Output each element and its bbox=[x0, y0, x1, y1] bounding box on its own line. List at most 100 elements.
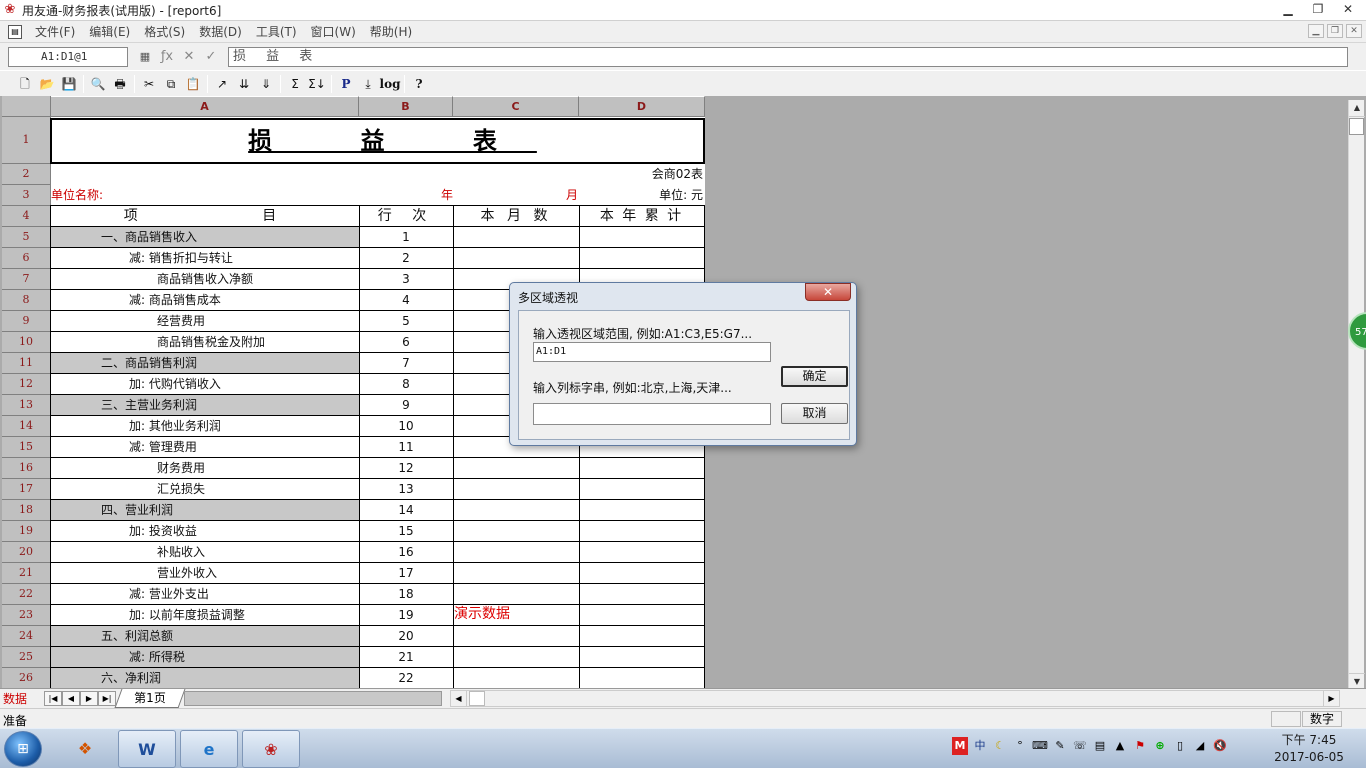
flag-icon[interactable]: ⚑ bbox=[1132, 737, 1148, 755]
item-cell[interactable]: 五、利润总额 bbox=[50, 626, 360, 647]
row-header[interactable]: 9 bbox=[2, 311, 51, 332]
print-preview-icon[interactable]: 🔍 bbox=[87, 74, 109, 94]
row-header[interactable]: 3 bbox=[2, 185, 51, 206]
row-header[interactable]: 21 bbox=[2, 563, 51, 584]
header-this-year[interactable]: 本 年 累 计 bbox=[579, 205, 705, 227]
row-header[interactable]: 24 bbox=[2, 626, 51, 647]
line-number-cell[interactable]: 9 bbox=[359, 395, 454, 416]
line-number-cell[interactable]: 17 bbox=[359, 563, 454, 584]
line-number-cell[interactable]: 6 bbox=[359, 332, 454, 353]
this-year-cell[interactable] bbox=[579, 605, 705, 626]
sort-asc-icon[interactable]: ⇊ bbox=[233, 74, 255, 94]
confirm-edit-icon[interactable]: ✓ bbox=[200, 49, 222, 64]
item-cell[interactable]: 一、商品销售收入 bbox=[50, 227, 360, 248]
cancel-edit-icon[interactable]: ✕ bbox=[178, 49, 200, 64]
this-month-cell[interactable] bbox=[453, 521, 580, 542]
line-number-cell[interactable]: 18 bbox=[359, 584, 454, 605]
menu-edit[interactable]: 编辑(E) bbox=[82, 23, 137, 40]
row-header[interactable]: 7 bbox=[2, 269, 51, 290]
line-number-cell[interactable]: 8 bbox=[359, 374, 454, 395]
this-month-cell[interactable] bbox=[453, 584, 580, 605]
this-month-cell[interactable] bbox=[453, 227, 580, 248]
item-cell[interactable]: 商品销售税金及附加 bbox=[50, 332, 360, 353]
this-month-cell[interactable] bbox=[453, 563, 580, 584]
ufida-icon[interactable]: ❀ bbox=[242, 730, 300, 768]
column-header-d[interactable]: D bbox=[579, 96, 705, 117]
line-number-cell[interactable]: 19 bbox=[359, 605, 454, 626]
this-month-cell[interactable] bbox=[453, 479, 580, 500]
chevron-up-icon[interactable]: ▲ bbox=[1112, 737, 1128, 755]
column-header-a[interactable]: A bbox=[51, 96, 359, 117]
this-year-cell[interactable] bbox=[579, 584, 705, 605]
cancel-button[interactable]: 取消 bbox=[781, 403, 848, 424]
signal-icon[interactable]: ◢ bbox=[1192, 737, 1208, 755]
tab-page-1[interactable]: 第1页 bbox=[114, 689, 186, 708]
chart-icon[interactable]: ↗ bbox=[211, 74, 233, 94]
close-button[interactable]: ✕ bbox=[1334, 1, 1362, 18]
horizontal-scrollbar[interactable]: ◀ ▶ bbox=[450, 690, 1340, 707]
this-month-cell[interactable] bbox=[453, 458, 580, 479]
item-cell[interactable]: 减: 营业外支出 bbox=[50, 584, 360, 605]
this-year-cell[interactable] bbox=[579, 500, 705, 521]
print-icon[interactable]: 🖶 bbox=[109, 74, 131, 94]
item-cell[interactable]: 加: 其他业务利润 bbox=[50, 416, 360, 437]
line-number-cell[interactable]: 2 bbox=[359, 248, 454, 269]
new-icon[interactable]: 🗋 bbox=[14, 74, 36, 94]
minimize-button[interactable]: ▁ bbox=[1274, 1, 1302, 18]
column-header-c[interactable]: C bbox=[453, 96, 579, 117]
month-label[interactable]: 月 bbox=[566, 185, 586, 206]
this-year-cell[interactable] bbox=[579, 521, 705, 542]
last-tab-icon[interactable]: ▶| bbox=[98, 691, 116, 706]
sort-desc-icon[interactable]: ⇓ bbox=[255, 74, 277, 94]
network-icon[interactable]: ° bbox=[1012, 737, 1028, 755]
line-number-cell[interactable]: 10 bbox=[359, 416, 454, 437]
item-cell[interactable]: 减: 所得税 bbox=[50, 647, 360, 668]
line-number-cell[interactable]: 4 bbox=[359, 290, 454, 311]
header-line-no[interactable]: 行 次 bbox=[359, 205, 454, 227]
first-tab-icon[interactable]: |◀ bbox=[44, 691, 62, 706]
column-header-b[interactable]: B bbox=[359, 96, 453, 117]
this-month-cell[interactable] bbox=[453, 542, 580, 563]
windows-logo-icon[interactable]: ❖ bbox=[56, 730, 114, 768]
unit-name-label[interactable]: 单位名称: bbox=[51, 185, 251, 206]
this-month-cell[interactable] bbox=[453, 248, 580, 269]
line-number-cell[interactable]: 3 bbox=[359, 269, 454, 290]
sum-all-icon[interactable]: Σ↓ bbox=[306, 74, 328, 94]
item-cell[interactable]: 减: 管理费用 bbox=[50, 437, 360, 458]
menu-data[interactable]: 数据(D) bbox=[192, 23, 249, 40]
scroll-left-arrow-icon[interactable]: ◀ bbox=[451, 691, 467, 706]
scroll-thumb[interactable] bbox=[1349, 118, 1364, 135]
item-cell[interactable]: 汇兑损失 bbox=[50, 479, 360, 500]
prev-tab-icon[interactable]: ◀ bbox=[62, 691, 80, 706]
notes-icon[interactable]: ▤ bbox=[1092, 737, 1108, 755]
row-header[interactable]: 6 bbox=[2, 248, 51, 269]
row-header[interactable]: 26 bbox=[2, 668, 51, 688]
this-year-cell[interactable] bbox=[579, 647, 705, 668]
scroll-up-arrow-icon[interactable]: ▲ bbox=[1349, 100, 1365, 117]
line-number-cell[interactable]: 20 bbox=[359, 626, 454, 647]
form-code-cell[interactable]: 会商02表 bbox=[579, 164, 703, 185]
this-year-cell[interactable] bbox=[579, 668, 705, 688]
cell-reference-box[interactable]: A1:D1@1 bbox=[8, 46, 128, 67]
item-cell[interactable]: 经营费用 bbox=[50, 311, 360, 332]
row-header[interactable]: 4 bbox=[2, 206, 51, 227]
row-header[interactable]: 17 bbox=[2, 479, 51, 500]
formula-input[interactable]: 损 益 表 bbox=[228, 46, 1348, 67]
row-header[interactable]: 25 bbox=[2, 647, 51, 668]
this-month-cell[interactable] bbox=[453, 647, 580, 668]
row-header[interactable]: 12 bbox=[2, 374, 51, 395]
doc-close-button[interactable]: ✕ bbox=[1346, 24, 1362, 38]
item-cell[interactable]: 六、净利润 bbox=[50, 668, 360, 688]
this-year-cell[interactable] bbox=[579, 227, 705, 248]
row-header[interactable]: 2 bbox=[2, 164, 51, 185]
line-number-cell[interactable]: 16 bbox=[359, 542, 454, 563]
row-header[interactable]: 10 bbox=[2, 332, 51, 353]
menu-tools[interactable]: 工具(T) bbox=[249, 23, 304, 40]
ime-icon[interactable]: 中 bbox=[972, 737, 988, 755]
line-number-cell[interactable]: 12 bbox=[359, 458, 454, 479]
doc-restore-button[interactable]: ❐ bbox=[1327, 24, 1343, 38]
ie-icon[interactable]: e bbox=[180, 730, 238, 768]
row-header[interactable]: 19 bbox=[2, 521, 51, 542]
item-cell[interactable]: 补贴收入 bbox=[50, 542, 360, 563]
cut-icon[interactable]: ✂ bbox=[138, 74, 160, 94]
